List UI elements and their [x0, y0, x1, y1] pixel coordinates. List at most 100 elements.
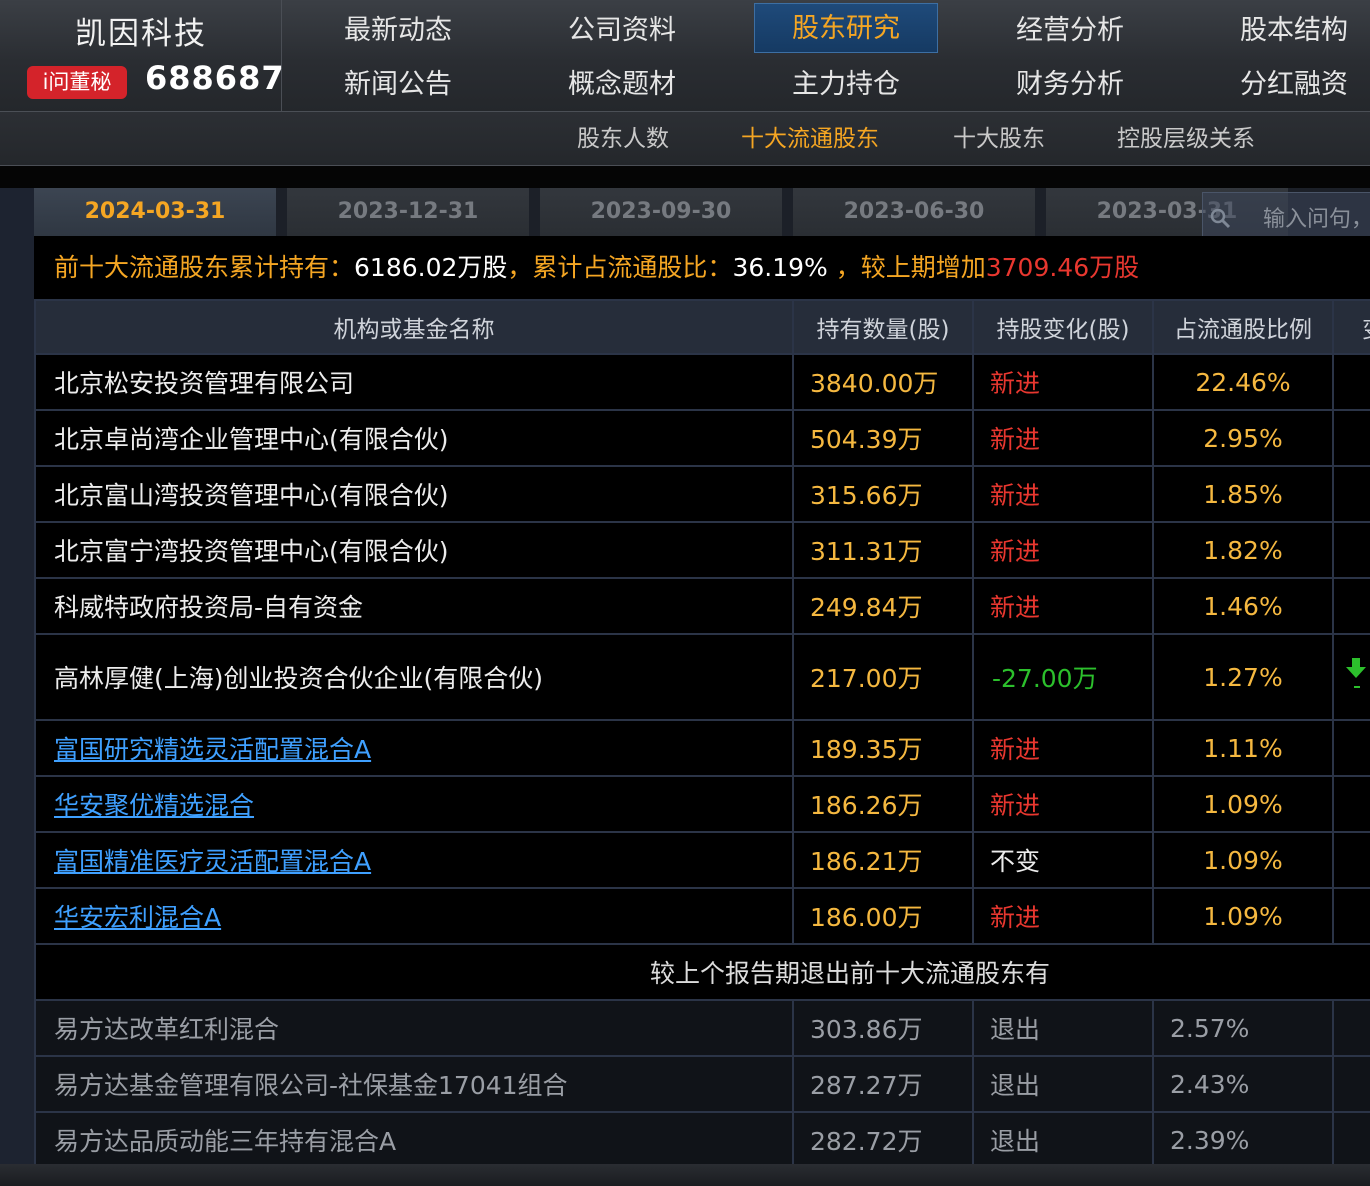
- holder-extra: [1332, 577, 1370, 635]
- summary-label-ratio: 累计占流通股比：: [532, 253, 733, 282]
- exit-section-title: 较上个报告期退出前十大流通股东有: [34, 943, 1370, 1001]
- holder-change: 新进: [972, 577, 1154, 635]
- holder-name-cell: 富国研究精选灵活配置混合A: [34, 719, 794, 777]
- tab-date-2023-06-30[interactable]: 2023-06-30: [793, 188, 1035, 236]
- exited-holder-qty: 287.27万: [792, 1055, 974, 1113]
- holder-change: 不变: [972, 831, 1154, 889]
- nav-news[interactable]: 新闻公告: [306, 60, 490, 110]
- nav-concepts[interactable]: 概念题材: [530, 60, 714, 110]
- ask-secretary-badge[interactable]: i问董秘: [27, 66, 127, 99]
- content-area: 2024-03-31 2023-12-31 2023-09-30 2023-06…: [0, 188, 1370, 1169]
- fund-link[interactable]: 华安宏利混合A: [54, 903, 221, 932]
- holder-qty: 3840.00万: [792, 353, 974, 411]
- holder-ratio: 1.82%: [1152, 521, 1334, 579]
- holder-qty: 189.35万: [792, 719, 974, 777]
- table-row: 北京松安投资管理有限公司 3840.00万 新进 22.46%: [34, 353, 1370, 411]
- tab-date-2024-03-31[interactable]: 2024-03-31: [34, 188, 276, 236]
- holder-extra: [1332, 465, 1370, 523]
- holder-extra: [1332, 409, 1370, 467]
- holder-qty: 186.26万: [792, 775, 974, 833]
- holder-ratio: 1.85%: [1152, 465, 1334, 523]
- holder-extra: [1332, 353, 1370, 411]
- nav-capital-structure[interactable]: 股本结构: [1202, 6, 1370, 56]
- search-input[interactable]: [1263, 203, 1370, 235]
- holder-ratio: 22.46%: [1152, 353, 1334, 411]
- fund-link[interactable]: 富国精准医疗灵活配置混合A: [54, 847, 371, 876]
- holder-ratio: 1.09%: [1152, 775, 1334, 833]
- holder-ratio: 1.11%: [1152, 719, 1334, 777]
- holder-name-cell: 富国精准医疗灵活配置混合A: [34, 831, 794, 889]
- divider-bar: [0, 166, 1370, 188]
- table-row: 北京富宁湾投资管理中心(有限合伙) 311.31万 新进 1.82%: [34, 521, 1370, 579]
- holder-qty: 186.00万: [792, 887, 974, 945]
- subnav-top10-holders[interactable]: 十大股东: [953, 112, 1045, 166]
- holder-extra: [1332, 633, 1370, 721]
- summary-label-total: 前十大流通股东累计持有：: [54, 253, 355, 282]
- holder-name-cell: 华安宏利混合A: [34, 887, 794, 945]
- col-header-name: 机构或基金名称: [34, 299, 794, 355]
- exited-holder-extra: [1332, 999, 1370, 1057]
- summary-value-ratio: 36.19%: [732, 253, 828, 282]
- nav-latest[interactable]: 最新动态: [306, 6, 490, 56]
- left-rail: [0, 188, 34, 1164]
- exited-holder-extra: [1332, 1055, 1370, 1113]
- arrow-down-icon: [1346, 658, 1366, 688]
- subnav-holder-count[interactable]: 股东人数: [577, 112, 669, 166]
- exited-holder-change: 退出: [972, 1055, 1154, 1113]
- summary-sep: ，: [507, 253, 533, 282]
- holder-change: 新进: [972, 719, 1154, 777]
- exited-holder-qty: 303.86万: [792, 999, 974, 1057]
- exited-holder-name: 易方达品质动能三年持有混合A: [34, 1111, 794, 1169]
- holder-extra: [1332, 719, 1370, 777]
- holder-ratio: 1.27%: [1152, 633, 1334, 721]
- holder-change: 新进: [972, 775, 1154, 833]
- col-header-extra: 变: [1332, 299, 1370, 355]
- table-row: 高林厚健(上海)创业投资合伙企业(有限合伙) 217.00万 -27.00万 1…: [34, 633, 1370, 721]
- exit-section-header: 较上个报告期退出前十大流通股东有: [34, 943, 1370, 1001]
- subnav-top10-float[interactable]: 十大流通股东: [741, 112, 879, 166]
- exited-holder-name: 易方达基金管理有限公司-社保基金17041组合: [34, 1055, 794, 1113]
- holder-change: 新进: [972, 409, 1154, 467]
- nav-financial[interactable]: 财务分析: [978, 60, 1162, 110]
- table-header-row: 机构或基金名称 持有数量(股) 持股变化(股) 占流通股比例 变: [34, 299, 1370, 355]
- holder-change: 新进: [972, 887, 1154, 945]
- fund-link[interactable]: 华安聚优精选混合: [54, 791, 254, 820]
- holder-change: 新进: [972, 465, 1154, 523]
- exited-holder-ratio: 2.57%: [1152, 999, 1334, 1057]
- fund-link[interactable]: 富国研究精选灵活配置混合A: [54, 735, 371, 764]
- top10-float-holders-table: 机构或基金名称 持有数量(股) 持股变化(股) 占流通股比例 变 北京松安投资管…: [34, 299, 1370, 1169]
- nav-operations[interactable]: 经营分析: [978, 6, 1162, 56]
- exited-holder-change: 退出: [972, 999, 1154, 1057]
- holder-qty: 504.39万: [792, 409, 974, 467]
- holder-name-cell: 华安聚优精选混合: [34, 775, 794, 833]
- holder-qty: 249.84万: [792, 577, 974, 635]
- stock-code: 688687: [145, 59, 285, 97]
- holder-ratio: 1.09%: [1152, 831, 1334, 889]
- summary-label-increase: 较上期增加: [860, 253, 986, 282]
- nav-shareholder-research[interactable]: 股东研究: [754, 3, 938, 53]
- summary-value-increase: 3709.46万股: [985, 253, 1140, 282]
- nav-main-holdings[interactable]: 主力持仓: [754, 60, 938, 110]
- nav-dividends[interactable]: 分红融资: [1202, 60, 1370, 110]
- brand-block: 凯因科技 i问董秘 688687: [0, 0, 285, 112]
- table-row: 北京卓尚湾企业管理中心(有限合伙) 504.39万 新进 2.95%: [34, 409, 1370, 467]
- table-row: 易方达基金管理有限公司-社保基金17041组合 287.27万 退出 2.43%: [34, 1055, 1370, 1113]
- nav-company-info[interactable]: 公司资料: [530, 6, 714, 56]
- holder-name: 高林厚健(上海)创业投资合伙企业(有限合伙): [34, 633, 794, 721]
- search-icon: [1210, 208, 1231, 229]
- exited-holder-extra: [1332, 1111, 1370, 1169]
- exited-holder-change: 退出: [972, 1111, 1154, 1169]
- holder-change-cell: -27.00万: [972, 633, 1154, 721]
- sub-navigation: 股东人数 十大流通股东 十大股东 控股层级关系: [0, 112, 1370, 166]
- holder-ratio: 1.09%: [1152, 887, 1334, 945]
- table-row: 华安聚优精选混合 186.26万 新进 1.09%: [34, 775, 1370, 833]
- subnav-control-hierarchy[interactable]: 控股层级关系: [1117, 112, 1255, 166]
- holder-extra: [1332, 887, 1370, 945]
- holder-ratio: 1.46%: [1152, 577, 1334, 635]
- tab-date-2023-09-30[interactable]: 2023-09-30: [540, 188, 782, 236]
- tab-date-2023-12-31[interactable]: 2023-12-31: [287, 188, 529, 236]
- table-row: 北京富山湾投资管理中心(有限合伙) 315.66万 新进 1.85%: [34, 465, 1370, 523]
- holder-qty: 217.00万: [792, 633, 974, 721]
- top-header: 凯因科技 i问董秘 688687 最新动态 公司资料 股东研究 经营分析 股本结…: [0, 0, 1370, 112]
- company-name: 凯因科技: [75, 16, 207, 52]
